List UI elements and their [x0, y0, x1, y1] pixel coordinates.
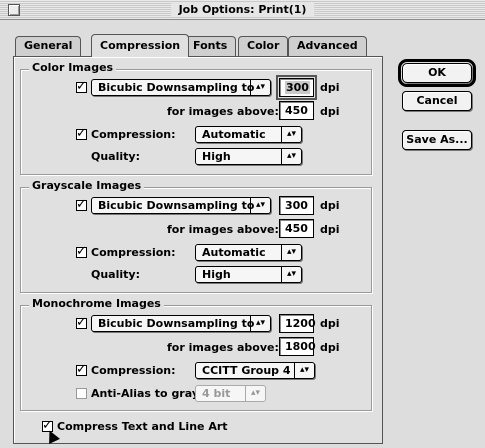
- popup-arrow-icon: ▴▾: [281, 245, 301, 260]
- color-downsample-checkbox[interactable]: [76, 79, 87, 94]
- grayscale-compression-popup[interactable]: Automatic ▴▾: [195, 244, 302, 261]
- color-quality-value: High: [202, 150, 231, 163]
- tab-general[interactable]: General: [15, 36, 82, 56]
- mono-resolution-field[interactable]: 1200: [279, 314, 316, 333]
- tab-fonts[interactable]: Fonts: [184, 36, 237, 56]
- grayscale-quality-popup[interactable]: High ▴▾: [195, 266, 302, 283]
- mono-antialias-popup[interactable]: 4 bit ▴▾: [195, 385, 266, 402]
- color-downsample-method-value: Bicubic Downsampling to: [98, 81, 255, 94]
- popup-arrow-icon: ▴▾: [250, 198, 270, 213]
- tab-advanced[interactable]: Advanced: [288, 36, 367, 56]
- mono-above-label: for images above:: [167, 341, 279, 354]
- color-compression-popup[interactable]: Automatic ▴▾: [195, 126, 302, 143]
- color-quality-label: Quality:: [91, 150, 140, 163]
- mono-resolution-unit: dpi: [320, 317, 340, 330]
- tab-color[interactable]: Color: [238, 36, 289, 56]
- grayscale-compression-checkbox[interactable]: [76, 244, 87, 259]
- mono-downsample-method-popup[interactable]: Bicubic Downsampling to ▴▾: [91, 315, 271, 332]
- color-compression-checkbox[interactable]: [76, 126, 87, 141]
- popup-arrow-icon: ▴▾: [250, 80, 270, 95]
- popup-arrow-icon: ▴▾: [294, 363, 314, 378]
- window-title: Job Options: Print(1): [170, 2, 315, 17]
- mono-antialias-checkbox[interactable]: [76, 388, 87, 399]
- grayscale-quality-value: High: [202, 268, 231, 281]
- mono-above-unit: dpi: [320, 341, 340, 354]
- save-as-button[interactable]: Save As...: [402, 130, 472, 150]
- mono-antialias-label: Anti-Alias to gray:: [91, 387, 204, 400]
- color-above-label: for images above:: [167, 105, 279, 118]
- popup-arrow-icon: ▴▾: [245, 386, 265, 401]
- mono-compression-label: Compression:: [91, 364, 176, 377]
- color-above-unit: dpi: [320, 105, 340, 118]
- mono-compression-checkbox[interactable]: [76, 362, 87, 377]
- grayscale-compression-value: Automatic: [202, 246, 266, 259]
- ok-button[interactable]: OK: [398, 59, 476, 87]
- color-compression-label: Compression:: [91, 128, 176, 141]
- tab-compression[interactable]: Compression: [91, 34, 190, 57]
- grayscale-resolution-unit: dpi: [320, 199, 340, 212]
- color-quality-popup[interactable]: High ▴▾: [195, 148, 302, 165]
- color-resolution-field[interactable]: 300: [276, 75, 317, 100]
- close-box[interactable]: [8, 4, 20, 16]
- color-downsample-method-popup[interactable]: Bicubic Downsampling to ▴▾: [91, 79, 271, 96]
- grayscale-above-field[interactable]: 450: [279, 219, 314, 238]
- popup-arrow-icon: ▴▾: [281, 127, 301, 142]
- title-bar[interactable]: Job Options: Print(1): [0, 0, 485, 20]
- mono-downsample-method-value: Bicubic Downsampling to: [98, 317, 255, 330]
- popup-arrow-icon: ▴▾: [281, 149, 301, 164]
- monochrome-images-title: Monochrome Images: [29, 297, 164, 310]
- mono-above-field[interactable]: 1800: [279, 337, 316, 356]
- color-compression-value: Automatic: [202, 128, 266, 141]
- color-above-field[interactable]: 450: [279, 101, 314, 120]
- mono-antialias-value: 4 bit: [202, 387, 231, 400]
- popup-arrow-icon: ▴▾: [250, 316, 270, 331]
- grayscale-above-label: for images above:: [167, 223, 279, 236]
- mono-downsample-checkbox[interactable]: [76, 315, 87, 330]
- grayscale-quality-label: Quality:: [91, 268, 140, 281]
- grayscale-above-unit: dpi: [320, 223, 340, 236]
- grayscale-images-title: Grayscale Images: [29, 179, 145, 192]
- popup-arrow-icon: ▴▾: [281, 267, 301, 282]
- grayscale-downsample-checkbox[interactable]: [76, 197, 87, 212]
- compress-text-label: Compress Text and Line Art: [57, 420, 228, 433]
- grayscale-resolution-field[interactable]: 300: [279, 196, 314, 215]
- color-images-title: Color Images: [29, 61, 117, 74]
- color-resolution-unit: dpi: [320, 81, 340, 94]
- grayscale-downsample-method-popup[interactable]: Bicubic Downsampling to ▴▾: [91, 197, 271, 214]
- color-resolution-value: 300: [285, 81, 310, 94]
- cancel-button[interactable]: Cancel: [402, 91, 472, 111]
- mono-compression-popup[interactable]: CCITT Group 4 ▴▾: [195, 362, 315, 379]
- grayscale-compression-label: Compression:: [91, 246, 176, 259]
- grayscale-downsample-method-value: Bicubic Downsampling to: [98, 199, 255, 212]
- mono-compression-value: CCITT Group 4: [202, 364, 291, 377]
